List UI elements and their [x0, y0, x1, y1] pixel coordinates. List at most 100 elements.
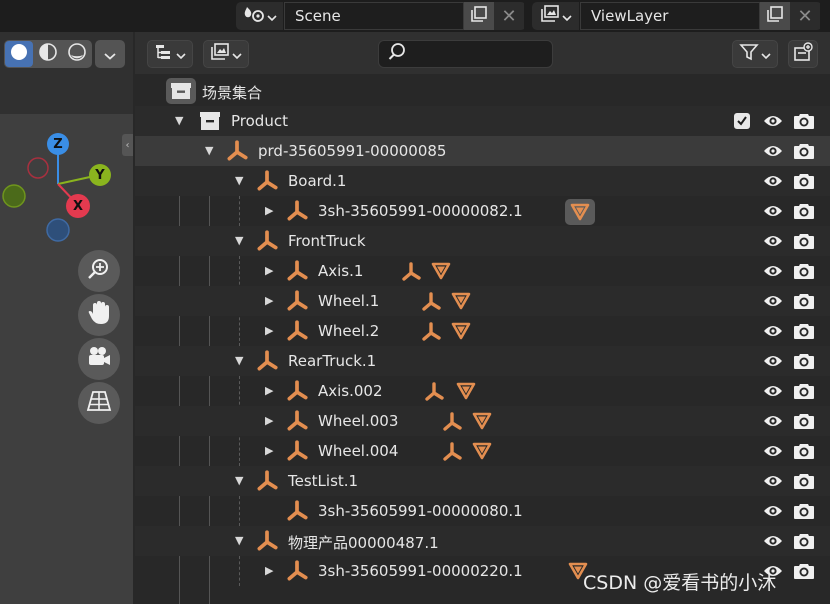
expanded-arrow-icon[interactable]: ▼	[205, 144, 213, 157]
expanded-arrow-icon[interactable]: ▼	[235, 534, 243, 547]
eye-icon[interactable]	[763, 383, 783, 403]
camera-icon[interactable]	[793, 292, 815, 314]
constraint-icon[interactable]	[450, 321, 472, 345]
constraint-icon[interactable]	[450, 291, 472, 315]
expanded-arrow-icon[interactable]: ▼	[235, 174, 243, 187]
tree-row[interactable]: ▶ 3sh-35605991-00000082.1	[135, 196, 830, 226]
constraint-icon[interactable]	[471, 411, 493, 435]
tree-row[interactable]: ▼ RearTruck.1	[135, 346, 830, 376]
constraint-icon[interactable]	[565, 199, 595, 226]
scene-name-field[interactable]: Scene	[284, 2, 464, 30]
tree-row[interactable]: ▼ 物理产品00000487.1	[135, 526, 830, 556]
camera-icon[interactable]	[793, 202, 815, 224]
shading-options-dropdown[interactable]	[95, 40, 125, 68]
expanded-arrow-icon[interactable]: ▼	[235, 234, 243, 247]
child-empty-icon[interactable]	[423, 381, 445, 407]
perspective-toggle-button[interactable]	[78, 382, 120, 424]
zoom-button[interactable]	[78, 250, 120, 292]
scene-type-button[interactable]	[236, 2, 284, 30]
new-scene-button[interactable]	[464, 2, 494, 30]
collapsed-arrow-icon[interactable]: ▶	[265, 444, 273, 457]
tree-row[interactable]: ▶ Axis.002	[135, 376, 830, 406]
camera-view-button[interactable]	[78, 338, 120, 380]
gizmo-y-axis[interactable]: Y	[89, 164, 111, 186]
navigation-gizmo[interactable]: Z Y X	[0, 128, 133, 248]
close-scene-button[interactable]: ✕	[494, 2, 524, 30]
camera-icon[interactable]	[793, 562, 815, 584]
constraint-icon[interactable]	[455, 381, 477, 405]
pan-button[interactable]	[78, 294, 120, 336]
camera-icon[interactable]	[793, 142, 815, 164]
solid-shading-button[interactable]	[5, 41, 33, 67]
eye-icon[interactable]	[763, 263, 783, 283]
child-empty-icon[interactable]	[420, 291, 442, 317]
expanded-arrow-icon[interactable]: ▼	[235, 474, 243, 487]
gizmo-z-axis[interactable]: Z	[47, 133, 69, 155]
camera-icon[interactable]	[793, 352, 815, 374]
constraint-icon[interactable]	[471, 441, 493, 465]
expanded-arrow-icon[interactable]: ▼	[235, 354, 243, 367]
camera-icon[interactable]	[793, 502, 815, 524]
camera-icon[interactable]	[793, 232, 815, 254]
display-mode-dropdown[interactable]	[147, 40, 193, 68]
child-empty-icon[interactable]	[400, 261, 422, 287]
rendered-shading-button[interactable]	[63, 41, 91, 67]
camera-icon[interactable]	[793, 412, 815, 434]
camera-icon[interactable]	[793, 532, 815, 554]
tree-row[interactable]: ▼ TestList.1	[135, 466, 830, 496]
tree-row[interactable]: ▼ prd-35605991-00000085	[135, 136, 830, 166]
eye-icon[interactable]	[763, 533, 783, 553]
layer-filter-dropdown[interactable]	[203, 40, 249, 68]
camera-icon[interactable]	[793, 172, 815, 194]
exclude-checkbox[interactable]	[734, 113, 750, 129]
child-empty-icon[interactable]	[420, 321, 442, 347]
eye-icon[interactable]	[763, 143, 783, 163]
constraint-icon[interactable]	[430, 261, 452, 285]
collapsed-arrow-icon[interactable]: ▶	[265, 264, 273, 277]
camera-icon[interactable]	[793, 442, 815, 464]
collapsed-arrow-icon[interactable]: ▶	[265, 384, 273, 397]
tree-row[interactable]: ▶ Axis.1	[135, 256, 830, 286]
tree-row[interactable]: ▶ Wheel.2	[135, 316, 830, 346]
eye-icon[interactable]	[763, 113, 783, 133]
tree-row[interactable]: ▶ Wheel.003	[135, 406, 830, 436]
gizmo-x-axis[interactable]: X	[66, 194, 90, 218]
search-field[interactable]	[378, 40, 553, 68]
camera-icon[interactable]	[793, 262, 815, 284]
eye-icon[interactable]	[763, 353, 783, 373]
eye-icon[interactable]	[763, 323, 783, 343]
eye-icon[interactable]	[763, 233, 783, 253]
eye-icon[interactable]	[763, 413, 783, 433]
eye-icon[interactable]	[763, 293, 783, 313]
camera-icon[interactable]	[793, 322, 815, 344]
scene-selector[interactable]: Scene ✕	[236, 2, 526, 30]
expanded-arrow-icon[interactable]: ▼	[175, 114, 183, 127]
tree-row[interactable]: ▼ Board.1	[135, 166, 830, 196]
child-empty-icon[interactable]	[441, 411, 463, 437]
outliner[interactable]: 场景集合 ▼ Product ▼ prd-35605991-00000085 ▼ Board…	[135, 32, 830, 604]
child-empty-icon[interactable]	[441, 441, 463, 467]
material-preview-button[interactable]	[34, 41, 62, 67]
filter-dropdown[interactable]	[732, 40, 778, 68]
tree-row[interactable]: ▶ Wheel.1	[135, 286, 830, 316]
collapsed-arrow-icon[interactable]: ▶	[265, 564, 273, 577]
tree-row[interactable]: 3sh-35605991-00000080.1	[135, 496, 830, 526]
eye-icon[interactable]	[763, 503, 783, 523]
camera-icon[interactable]	[793, 472, 815, 494]
view-layer-type-button[interactable]	[532, 2, 580, 30]
eye-icon[interactable]	[763, 173, 783, 193]
collapsed-arrow-icon[interactable]: ▶	[265, 324, 273, 337]
remove-view-layer-button[interactable]: ✕	[790, 2, 820, 30]
collapsed-arrow-icon[interactable]: ▶	[265, 294, 273, 307]
eye-icon[interactable]	[763, 203, 783, 223]
3d-viewport[interactable]: 选项 ‹ Z Y X	[0, 32, 133, 604]
new-view-layer-button[interactable]	[760, 2, 790, 30]
collapsed-arrow-icon[interactable]: ▶	[265, 204, 273, 217]
new-collection-button[interactable]	[788, 40, 818, 68]
view-layer-name-field[interactable]: ViewLayer	[580, 2, 760, 30]
tree-row[interactable]: ▶ Wheel.004	[135, 436, 830, 466]
collection-row[interactable]: ▼ Product	[135, 106, 830, 136]
eye-icon[interactable]	[763, 443, 783, 463]
camera-icon[interactable]	[793, 382, 815, 404]
eye-icon[interactable]	[763, 473, 783, 493]
